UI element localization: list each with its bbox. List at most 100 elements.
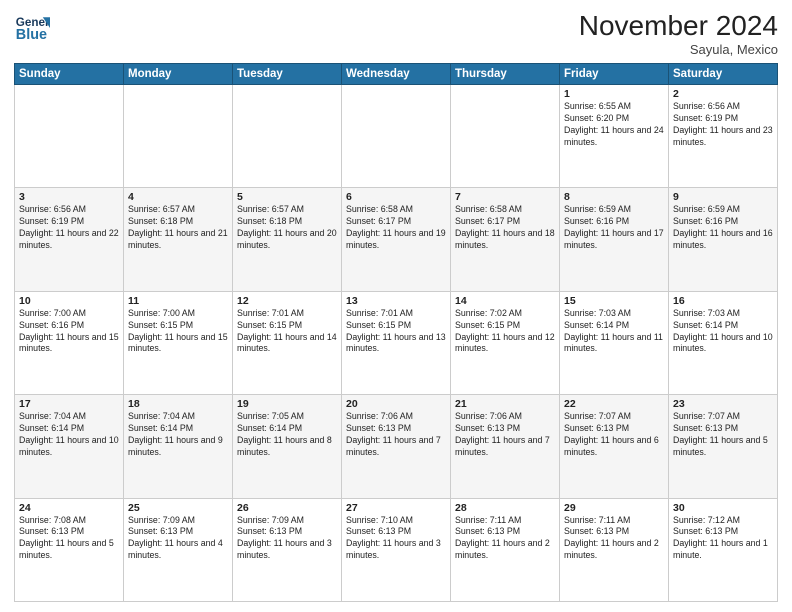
logo: General Blue: [14, 10, 54, 46]
calendar-cell: 13Sunrise: 7:01 AMSunset: 6:15 PMDayligh…: [342, 291, 451, 394]
calendar-cell: 25Sunrise: 7:09 AMSunset: 6:13 PMDayligh…: [124, 498, 233, 601]
cell-info: Sunrise: 6:58 AMSunset: 6:17 PMDaylight:…: [346, 204, 446, 252]
calendar-week-row: 3Sunrise: 6:56 AMSunset: 6:19 PMDaylight…: [15, 188, 778, 291]
calendar-cell: 27Sunrise: 7:10 AMSunset: 6:13 PMDayligh…: [342, 498, 451, 601]
calendar-cell: 12Sunrise: 7:01 AMSunset: 6:15 PMDayligh…: [233, 291, 342, 394]
calendar-header-row: Sunday Monday Tuesday Wednesday Thursday…: [15, 64, 778, 85]
calendar-cell: 5Sunrise: 6:57 AMSunset: 6:18 PMDaylight…: [233, 188, 342, 291]
calendar-cell: 4Sunrise: 6:57 AMSunset: 6:18 PMDaylight…: [124, 188, 233, 291]
day-number: 5: [237, 191, 337, 203]
day-number: 24: [19, 502, 119, 514]
calendar-cell: 8Sunrise: 6:59 AMSunset: 6:16 PMDaylight…: [560, 188, 669, 291]
calendar-cell: 28Sunrise: 7:11 AMSunset: 6:13 PMDayligh…: [451, 498, 560, 601]
day-number: 11: [128, 295, 228, 307]
calendar-cell: 23Sunrise: 7:07 AMSunset: 6:13 PMDayligh…: [669, 395, 778, 498]
day-number: 6: [346, 191, 446, 203]
cell-info: Sunrise: 7:12 AMSunset: 6:13 PMDaylight:…: [673, 515, 773, 563]
calendar-table: Sunday Monday Tuesday Wednesday Thursday…: [14, 63, 778, 602]
col-friday: Friday: [560, 64, 669, 85]
logo-icon: General Blue: [14, 10, 50, 46]
calendar-week-row: 17 Sunrise: 7:04 AMSunset: 6:14 PMDayligh…: [15, 395, 778, 498]
day-number: 22: [564, 398, 664, 410]
cell-info: Sunrise: 6:55 AMSunset: 6:20 PMDaylight:…: [564, 101, 664, 149]
cell-info: Sunrise: 6:59 AMSunset: 6:16 PMDaylight:…: [564, 204, 664, 252]
cell-info: Sunrise: 7:08 AMSunset: 6:13 PMDaylight:…: [19, 515, 119, 563]
calendar-cell: [342, 85, 451, 188]
day-number: 17: [19, 398, 119, 410]
calendar-cell: 11Sunrise: 7:00 AMSunset: 6:15 PMDayligh…: [124, 291, 233, 394]
cell-info: Sunrise: 6:57 AMSunset: 6:18 PMDaylight:…: [128, 204, 228, 252]
calendar-cell: 16Sunrise: 7:03 AMSunset: 6:14 PMDayligh…: [669, 291, 778, 394]
cell-info: Sunrise: 7:11 AMSunset: 6:13 PMDaylight:…: [564, 515, 664, 563]
cell-info: Sunrise: 7:06 AMSunset: 6:13 PMDaylight:…: [346, 411, 446, 459]
calendar-week-row: 24Sunrise: 7:08 AMSunset: 6:13 PMDayligh…: [15, 498, 778, 601]
svg-text:Blue: Blue: [16, 27, 47, 43]
day-number: 29: [564, 502, 664, 514]
col-wednesday: Wednesday: [342, 64, 451, 85]
cell-info: Sunrise: 7:11 AMSunset: 6:13 PMDaylight:…: [455, 515, 555, 563]
header: General Blue November 2024 Sayula, Mexic…: [14, 10, 778, 57]
day-number: 4: [128, 191, 228, 203]
day-number: 8: [564, 191, 664, 203]
calendar-cell: 19Sunrise: 7:05 AMSunset: 6:14 PMDayligh…: [233, 395, 342, 498]
day-number: 20: [346, 398, 446, 410]
cell-info: Sunrise: 7:03 AMSunset: 6:14 PMDaylight:…: [673, 308, 773, 356]
cell-info: Sunrise: 7:00 AMSunset: 6:16 PMDaylight:…: [19, 308, 119, 356]
calendar-cell: 10Sunrise: 7:00 AMSunset: 6:16 PMDayligh…: [15, 291, 124, 394]
day-number: 1: [564, 88, 664, 100]
day-number: 26: [237, 502, 337, 514]
day-number: 18: [128, 398, 228, 410]
col-tuesday: Tuesday: [233, 64, 342, 85]
calendar-cell: [233, 85, 342, 188]
day-number: 28: [455, 502, 555, 514]
calendar-cell: 30Sunrise: 7:12 AMSunset: 6:13 PMDayligh…: [669, 498, 778, 601]
calendar-cell: 14Sunrise: 7:02 AMSunset: 6:15 PMDayligh…: [451, 291, 560, 394]
day-number: 7: [455, 191, 555, 203]
calendar-cell: 24Sunrise: 7:08 AMSunset: 6:13 PMDayligh…: [15, 498, 124, 601]
calendar-cell: [451, 85, 560, 188]
calendar-cell: [15, 85, 124, 188]
col-saturday: Saturday: [669, 64, 778, 85]
cell-info: Sunrise: 7:09 AMSunset: 6:13 PMDaylight:…: [128, 515, 228, 563]
cell-info: Sunrise: 7:03 AMSunset: 6:14 PMDaylight:…: [564, 308, 664, 356]
day-number: 27: [346, 502, 446, 514]
cell-info: Sunrise: 6:56 AMSunset: 6:19 PMDaylight:…: [673, 101, 773, 149]
cell-info: Sunrise: 7:06 AMSunset: 6:13 PMDaylight:…: [455, 411, 555, 459]
calendar-cell: 26Sunrise: 7:09 AMSunset: 6:13 PMDayligh…: [233, 498, 342, 601]
cell-info: Sunrise: 7:04 AMSunset: 6:14 PMDaylight:…: [128, 411, 228, 459]
cell-info: Sunrise: 7:00 AMSunset: 6:15 PMDaylight:…: [128, 308, 228, 356]
col-thursday: Thursday: [451, 64, 560, 85]
cell-info: Sunrise: 7:01 AMSunset: 6:15 PMDaylight:…: [237, 308, 337, 356]
cell-info: Sunrise: 7:01 AMSunset: 6:15 PMDaylight:…: [346, 308, 446, 356]
cell-info: Sunrise: 6:59 AMSunset: 6:16 PMDaylight:…: [673, 204, 773, 252]
calendar-cell: 17Sunrise: 7:04 AMSunset: 6:14 PMDayligh…: [15, 395, 124, 498]
day-number: 10: [19, 295, 119, 307]
day-number: 9: [673, 191, 773, 203]
title-block: November 2024 Sayula, Mexico: [579, 10, 778, 57]
calendar-cell: 29Sunrise: 7:11 AMSunset: 6:13 PMDayligh…: [560, 498, 669, 601]
calendar-week-row: 1Sunrise: 6:55 AMSunset: 6:20 PMDaylight…: [15, 85, 778, 188]
day-number: 13: [346, 295, 446, 307]
cell-info: Sunrise: 7:05 AMSunset: 6:14 PMDaylight:…: [237, 411, 337, 459]
day-number: 21: [455, 398, 555, 410]
calendar-cell: 9Sunrise: 6:59 AMSunset: 6:16 PMDaylight…: [669, 188, 778, 291]
day-number: 16: [673, 295, 773, 307]
cell-info: Sunrise: 6:56 AMSunset: 6:19 PMDaylight:…: [19, 204, 119, 252]
cell-info: Sunrise: 6:57 AMSunset: 6:18 PMDaylight:…: [237, 204, 337, 252]
calendar-cell: 20Sunrise: 7:06 AMSunset: 6:13 PMDayligh…: [342, 395, 451, 498]
col-sunday: Sunday: [15, 64, 124, 85]
day-number: 25: [128, 502, 228, 514]
calendar-cell: 21Sunrise: 7:06 AMSunset: 6:13 PMDayligh…: [451, 395, 560, 498]
cell-info: Sunrise: 7:07 AMSunset: 6:13 PMDaylight:…: [564, 411, 664, 459]
calendar-cell: 1Sunrise: 6:55 AMSunset: 6:20 PMDaylight…: [560, 85, 669, 188]
day-number: 30: [673, 502, 773, 514]
day-number: 12: [237, 295, 337, 307]
day-number: 23: [673, 398, 773, 410]
subtitle: Sayula, Mexico: [579, 42, 778, 57]
calendar-cell: 2Sunrise: 6:56 AMSunset: 6:19 PMDaylight…: [669, 85, 778, 188]
main-title: November 2024: [579, 10, 778, 42]
calendar-cell: 22Sunrise: 7:07 AMSunset: 6:13 PMDayligh…: [560, 395, 669, 498]
calendar-week-row: 10Sunrise: 7:00 AMSunset: 6:16 PMDayligh…: [15, 291, 778, 394]
calendar-cell: 15Sunrise: 7:03 AMSunset: 6:14 PMDayligh…: [560, 291, 669, 394]
cell-info: Sunrise: 7:07 AMSunset: 6:13 PMDaylight:…: [673, 411, 773, 459]
